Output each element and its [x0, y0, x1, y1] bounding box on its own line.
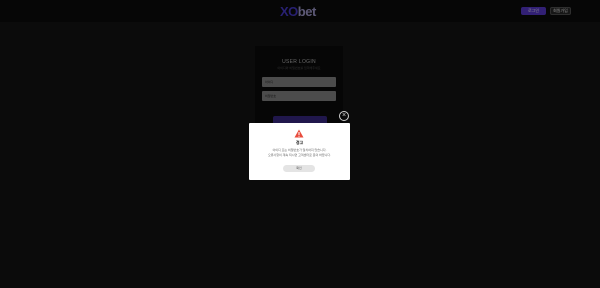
close-icon[interactable]: ×: [339, 111, 349, 121]
alert-ok-button[interactable]: 확인: [283, 165, 315, 172]
warning-icon: [294, 129, 304, 138]
alert-title: 경고: [295, 140, 304, 145]
alert-message: 아이디 또는 비밀번호가 일치하지 않습니다. 오류사항이 계속 되시면 고객센…: [249, 148, 350, 157]
alert-modal: 경고 아이디 또는 비밀번호가 일치하지 않습니다. 오류사항이 계속 되시면 …: [249, 123, 350, 180]
alert-message-line2: 오류사항이 계속 되시면 고객센터로 문의 바랍니다.: [268, 152, 331, 157]
